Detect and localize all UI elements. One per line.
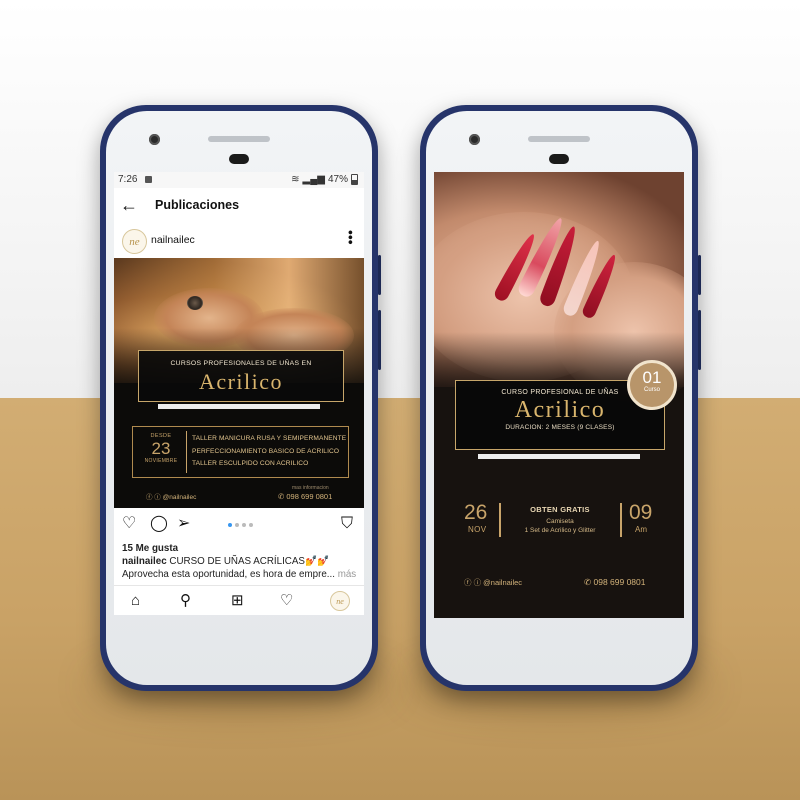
date-day: 23	[151, 439, 171, 458]
status-time: 7:26	[118, 174, 138, 185]
home-icon[interactable]: ⌂	[131, 593, 140, 608]
speaker-grille	[528, 136, 590, 142]
proximity-sensor	[549, 154, 569, 164]
post-image-footer: ⓕ ⓘ @nailnailec mas informacion ✆ 098 69…	[114, 485, 364, 508]
carousel-dot	[249, 523, 253, 527]
more-vertical-icon[interactable]: •••	[343, 230, 359, 245]
screen: CURSO PROFESIONAL DE UÑAS Acrilico DURAC…	[434, 172, 684, 618]
carousel-indicator	[228, 523, 253, 527]
gift-item: 1 Set de Acrilico y Glitter	[524, 527, 596, 534]
decorative-bar	[158, 404, 320, 409]
caption-line-1: nailnailec CURSO DE UÑAS ACRÍLICAS💅💅	[122, 555, 362, 568]
phone-body: CURSO PROFESIONAL DE UÑAS Acrilico DURAC…	[426, 111, 692, 685]
power-button	[698, 310, 701, 370]
carousel-dot	[235, 523, 239, 527]
divider	[620, 503, 622, 537]
course-number-badge: 01 Curso	[627, 360, 677, 410]
caption-text: CURSO DE UÑAS ACRÍLICAS💅💅	[169, 556, 330, 567]
event-info: 26 NOV OBTEN GRATIS Camiseta 1 Set de Ac…	[434, 497, 684, 547]
proximity-sensor	[229, 154, 249, 164]
phone-number: ✆ 098 699 0801	[278, 492, 333, 501]
heart-icon[interactable]: ♡	[122, 516, 136, 532]
arrow-left-icon[interactable]: ←	[120, 196, 138, 214]
status-icons: ≋ ▂▄▆ 47%	[291, 174, 358, 185]
decorative-bar	[478, 454, 640, 459]
carousel-dot	[228, 523, 232, 527]
phone-number: ✆ 098 699 0801	[584, 577, 646, 587]
avatar[interactable]: ne	[122, 229, 147, 254]
social-handle-text: @nailnailec	[162, 494, 197, 501]
event-day: 26	[464, 501, 488, 524]
app-bar: ← Publicaciones	[114, 188, 364, 225]
comment-icon[interactable]: ◯	[150, 516, 168, 532]
photo-ring	[187, 296, 203, 310]
status-bar: 7:26 ≋ ▂▄▆ 47%	[114, 172, 364, 188]
likes-count[interactable]: 15 Me gusta	[122, 542, 362, 555]
add-post-icon[interactable]: ⊞	[231, 593, 244, 608]
send-icon[interactable]: ➢	[177, 516, 190, 532]
caption-username[interactable]: nailnailec	[122, 556, 167, 567]
caption-more-link[interactable]: más	[338, 569, 357, 580]
phone-body: 7:26 ≋ ▂▄▆ 47% ← Publicaciones ne nailna…	[106, 111, 372, 685]
screen: 7:26 ≋ ▂▄▆ 47% ← Publicaciones ne nailna…	[114, 172, 364, 615]
course-item: TALLER MANICURA RUSA Y SEMIPERMANENTE	[192, 435, 347, 442]
more-info-label: mas informacion	[292, 485, 329, 491]
headline-box: CURSOS PROFESIONALES DE UÑAS EN Acrilico	[138, 350, 344, 402]
volume-button	[378, 255, 381, 295]
course-duration: DURACION: 2 MESES (9 CLASES)	[505, 424, 615, 431]
headline-big: Acrilico	[198, 369, 284, 394]
power-button	[378, 310, 381, 370]
gift-title: OBTEN GRATIS	[530, 505, 590, 514]
course-list: TALLER MANICURA RUSA Y SEMIPERMANENTE PE…	[192, 433, 346, 471]
course-item: PERFECCIONAMIENTO BASICO DE ACRILICO	[192, 447, 340, 455]
badge-label: Curso	[643, 387, 660, 393]
search-icon[interactable]: ⚲	[180, 593, 191, 608]
social-handle-text: @nailnailec	[483, 578, 523, 587]
phone-number-text: 098 699 0801	[593, 577, 646, 587]
phone-right: CURSO PROFESIONAL DE UÑAS Acrilico DURAC…	[420, 105, 701, 691]
social-handle: ⓕ ⓘ @nailnailec	[146, 494, 197, 501]
wifi-icon: ≋	[291, 174, 300, 185]
front-camera	[149, 134, 160, 145]
signal-icon: ▂▄▆	[302, 174, 325, 185]
heart-icon[interactable]: ♡	[280, 593, 293, 608]
carousel-dot	[242, 523, 246, 527]
profile-avatar[interactable]: ne	[330, 591, 350, 611]
speaker-grille	[208, 136, 270, 142]
event-period: Am	[635, 525, 647, 534]
post-header: ne nailnailec •••	[114, 224, 364, 258]
bookmark-icon[interactable]: ⛉	[341, 516, 353, 532]
course-item: TALLER ESCULPIDO CON ACRILICO	[192, 460, 309, 468]
date-course-box: DESDE 23 NOVIEMBRE TALLER MANICURA RUSA …	[132, 426, 349, 478]
post-image[interactable]: CURSOS PROFESIONALES DE UÑAS EN Acrilico…	[114, 258, 364, 508]
post-actions: ♡ ◯ ➢ ⛉	[114, 508, 364, 542]
battery-icon	[351, 174, 358, 185]
battery-level: 47%	[327, 174, 348, 185]
volume-button	[698, 255, 701, 295]
phone-left: 7:26 ≋ ▂▄▆ 47% ← Publicaciones ne nailna…	[100, 105, 381, 691]
post-caption: 15 Me gusta nailnailec CURSO DE UÑAS ACR…	[122, 542, 362, 581]
date-month: NOVIEMBRE	[144, 458, 178, 464]
badge-number: 01	[642, 368, 662, 387]
event-hour: 09	[629, 501, 653, 524]
caption-line-2: Aprovecha esta oportunidad, es hora de e…	[122, 568, 362, 581]
phone-number-text: 098 699 0801	[286, 492, 333, 501]
social-handle: ⓕ ⓘ @nailnailec	[464, 578, 523, 587]
gift-item: Camiseta	[546, 518, 574, 525]
event-month: NOV	[468, 525, 487, 534]
divider	[186, 431, 187, 473]
story-image[interactable]: CURSO PROFESIONAL DE UÑAS Acrilico DURAC…	[434, 172, 684, 618]
bottom-navigation: ⌂ ⚲ ⊞ ♡ ne	[114, 585, 364, 615]
headline-small: CURSOS PROFESIONALES DE UÑAS EN	[170, 360, 312, 367]
page-title: Publicaciones	[155, 198, 240, 212]
sd-card-icon	[145, 176, 152, 183]
date-block: DESDE 23 NOVIEMBRE	[139, 433, 183, 473]
post-username[interactable]: nailnailec	[151, 234, 195, 246]
caption-text-2: Aprovecha esta oportunidad, es hora de e…	[122, 569, 335, 580]
front-camera	[469, 134, 480, 145]
